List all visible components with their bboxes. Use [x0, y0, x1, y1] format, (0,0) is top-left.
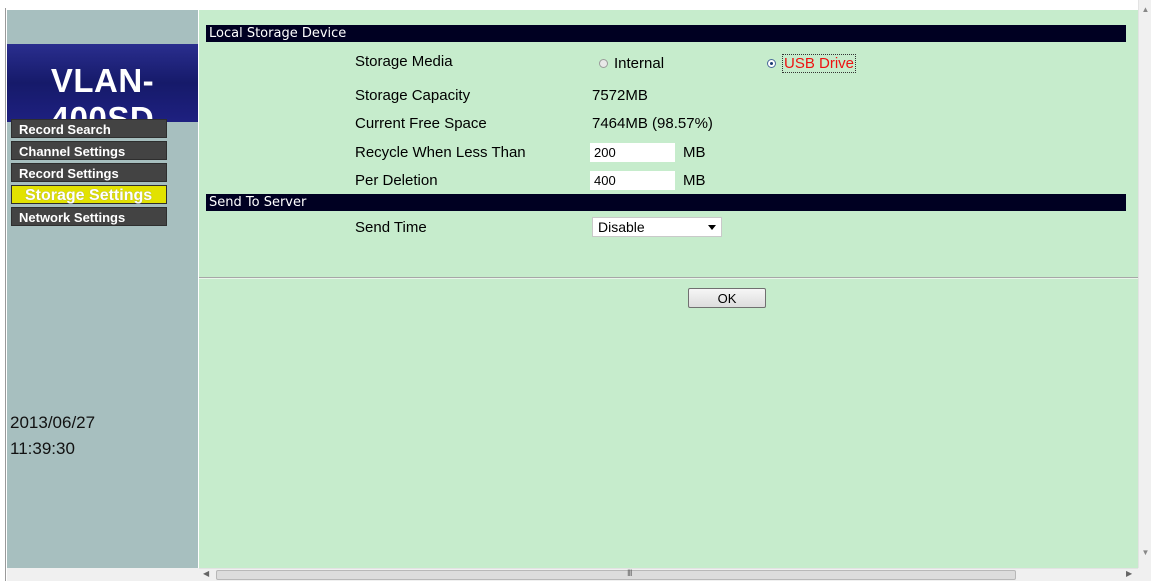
- section-header-local-storage: Local Storage Device: [206, 25, 1126, 42]
- per-deletion-unit: MB: [683, 172, 706, 189]
- per-deletion-label: Per Deletion: [355, 172, 438, 189]
- divider: [199, 277, 1138, 278]
- horizontal-scrollbar[interactable]: ◀ III ▶: [199, 568, 1138, 581]
- recycle-unit: MB: [683, 144, 706, 161]
- radio-usb-drive[interactable]: USB Drive: [767, 54, 857, 73]
- recycle-label: Recycle When Less Than: [355, 144, 526, 161]
- section-header-send-to-server: Send To Server: [206, 194, 1126, 211]
- nav-item-network-settings[interactable]: Network Settings: [11, 207, 167, 226]
- nav-item-record-search[interactable]: Record Search: [11, 119, 167, 138]
- scroll-down-icon[interactable]: ▼: [1141, 548, 1150, 557]
- chevron-down-icon[interactable]: [708, 225, 716, 230]
- scrollbar-corner: [1138, 568, 1151, 581]
- scroll-grip-icon: III: [627, 568, 632, 578]
- window-left-border: [0, 8, 6, 581]
- storage-capacity-value: 7572MB: [592, 87, 648, 104]
- free-space-label: Current Free Space: [355, 115, 487, 132]
- time-text: 11:39:30: [10, 439, 75, 458]
- scroll-right-icon[interactable]: ▶: [1126, 569, 1132, 578]
- storage-settings-panel: Local Storage Device Storage Media Inter…: [199, 10, 1138, 568]
- ok-button[interactable]: OK: [688, 288, 766, 308]
- storage-media-label: Storage Media: [355, 53, 453, 70]
- datetime: 2013/06/27 11:39:30: [10, 410, 95, 462]
- send-time-label: Send Time: [355, 219, 427, 236]
- per-deletion-input[interactable]: [590, 171, 675, 190]
- radio-usb-drive-circle[interactable]: [767, 59, 776, 68]
- send-time-select[interactable]: Disable: [592, 217, 722, 237]
- radio-usb-drive-label[interactable]: USB Drive: [782, 54, 857, 73]
- send-time-selected-value[interactable]: Disable: [598, 219, 645, 235]
- nav-item-record-settings[interactable]: Record Settings: [11, 163, 167, 182]
- radio-internal[interactable]: Internal: [599, 55, 664, 72]
- storage-capacity-label: Storage Capacity: [355, 87, 471, 104]
- nav-item-channel-settings[interactable]: Channel Settings: [11, 141, 167, 160]
- nav-item-storage-settings[interactable]: Storage Settings: [11, 185, 167, 204]
- free-space-value: 7464MB (98.57%): [592, 115, 713, 132]
- window-top-border: [0, 0, 1151, 8]
- vertical-scrollbar[interactable]: ▲ ▼: [1138, 0, 1151, 568]
- sidebar-scroll-gutter: [7, 568, 199, 581]
- scroll-up-icon[interactable]: ▲: [1141, 5, 1150, 14]
- sidebar-nav: Record Search Channel Settings Record Se…: [11, 119, 167, 229]
- sidebar: VLAN-400SD Record Search Channel Setting…: [7, 10, 198, 568]
- recycle-threshold-input[interactable]: [590, 143, 675, 162]
- date-text: 2013/06/27: [10, 413, 96, 432]
- radio-internal-label[interactable]: Internal: [614, 55, 664, 72]
- horizontal-scroll-thumb[interactable]: III: [216, 568, 1016, 580]
- radio-internal-circle[interactable]: [599, 59, 608, 68]
- scroll-left-icon[interactable]: ◀: [203, 569, 209, 578]
